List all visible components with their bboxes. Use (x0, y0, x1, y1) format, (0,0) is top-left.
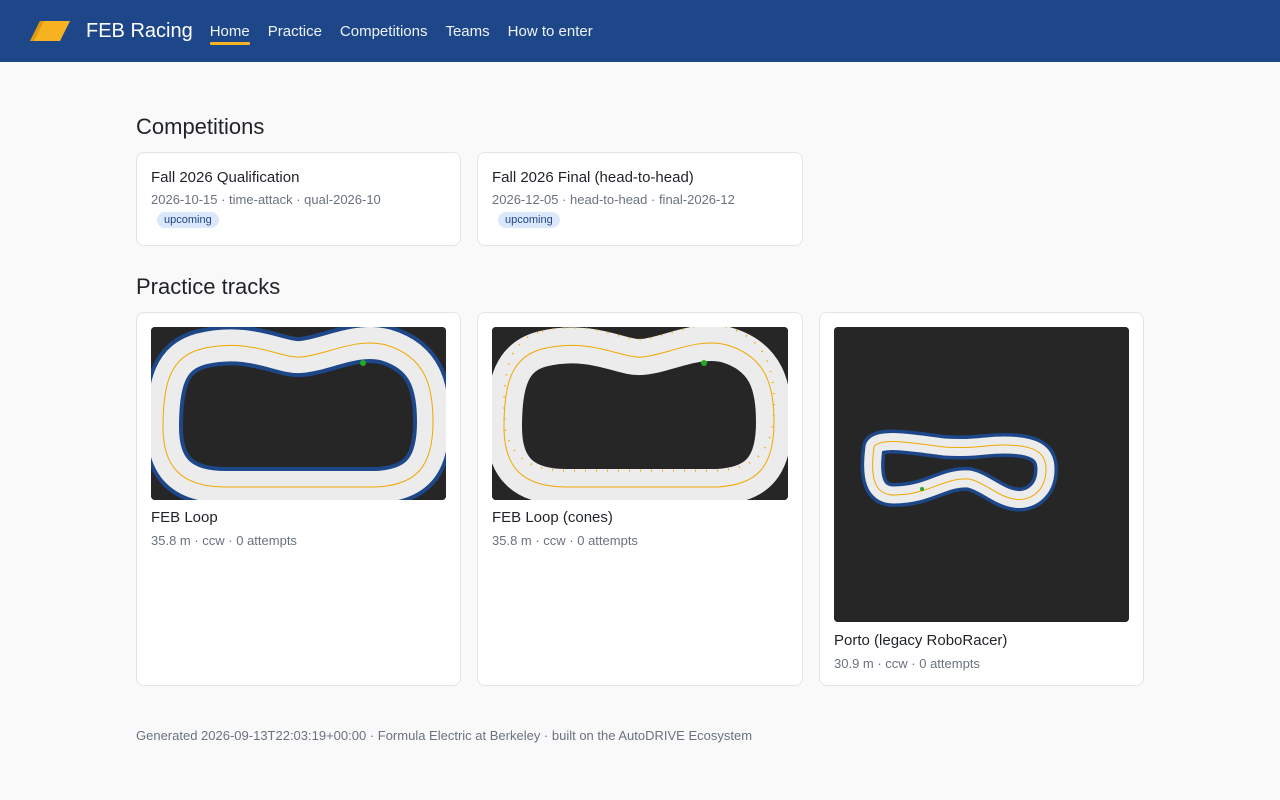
track-map-thumbnail[interactable] (834, 327, 1129, 622)
track-card-porto[interactable]: Porto (legacy RoboRacer) 30.9 m · ccw · … (819, 312, 1144, 686)
nav-teams-link[interactable]: Teams (445, 21, 489, 42)
page-footer: Generated 2026-09-13T22:03:19+00:00 · Fo… (136, 728, 753, 743)
brand-title[interactable]: FEB Racing (86, 20, 193, 43)
practice-tracks-heading: Practice tracks (136, 274, 281, 299)
feb-logo-icon[interactable] (30, 21, 70, 41)
nav-how-to-enter-link[interactable]: How to enter (508, 21, 593, 42)
competition-meta: 2026-12-05 · head-to-head · final-2026-1… (492, 192, 735, 207)
track-map-thumbnail[interactable] (151, 327, 446, 500)
competitions-heading: Competitions (136, 114, 265, 139)
nav-competitions-link[interactable]: Competitions (340, 21, 428, 42)
main-nav: Home Practice Competitions Teams How to … (209, 21, 593, 45)
status-badge: upcoming (157, 212, 219, 228)
track-card-feb-loop[interactable]: FEB Loop 35.8 m · ccw · 0 attempts (136, 312, 461, 686)
competition-title[interactable]: Fall 2026 Qualification (151, 169, 446, 186)
competition-card-qualification[interactable]: Fall 2026 Qualification 2026-10-15 · tim… (136, 152, 461, 246)
competition-meta: 2026-10-15 · time-attack · qual-2026-10 (151, 192, 381, 207)
nav-home-link[interactable]: Home (209, 21, 250, 45)
top-navbar: FEB Racing Home Practice Competitions Te… (0, 0, 1280, 62)
nav-practice-link[interactable]: Practice (268, 21, 322, 42)
status-badge: upcoming (498, 212, 560, 228)
competition-title[interactable]: Fall 2026 Final (head-to-head) (492, 169, 788, 186)
track-meta: 30.9 m · ccw · 0 attempts (834, 656, 980, 671)
competition-card-final[interactable]: Fall 2026 Final (head-to-head) 2026-12-0… (477, 152, 803, 246)
track-meta: 35.8 m · ccw · 0 attempts (492, 533, 638, 548)
track-name[interactable]: Porto (legacy RoboRacer) (834, 632, 1129, 649)
track-name[interactable]: FEB Loop (cones) (492, 509, 788, 526)
track-card-feb-loop-cones[interactable]: FEB Loop (cones) 35.8 m · ccw · 0 attemp… (477, 312, 803, 686)
track-name[interactable]: FEB Loop (151, 509, 446, 526)
track-meta: 35.8 m · ccw · 0 attempts (151, 533, 297, 548)
track-map-thumbnail[interactable] (492, 327, 788, 500)
